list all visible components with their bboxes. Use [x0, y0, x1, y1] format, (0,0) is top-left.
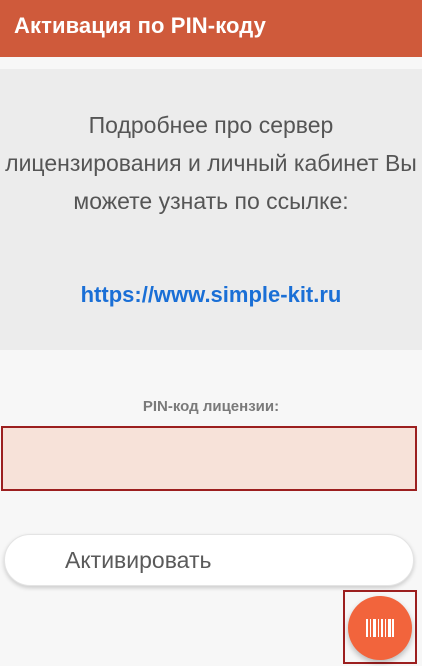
activate-button[interactable]: Активировать	[4, 534, 414, 586]
barcode-icon	[366, 619, 394, 637]
page-title: Активация по PIN-коду	[14, 12, 266, 38]
pin-label: PIN-код лицензии:	[142, 398, 280, 415]
scan-barcode-button[interactable]	[348, 596, 412, 660]
pin-input[interactable]	[1, 426, 417, 491]
app-bar: Активация по PIN-коду	[0, 0, 422, 57]
fab-highlight-frame	[343, 590, 417, 664]
info-panel: Подробнее про сервер лицензирования и ли…	[0, 69, 422, 350]
info-text: Подробнее про сервер лицензирования и ли…	[5, 112, 417, 214]
website-link[interactable]: https://www.simple-kit.ru	[0, 282, 422, 308]
